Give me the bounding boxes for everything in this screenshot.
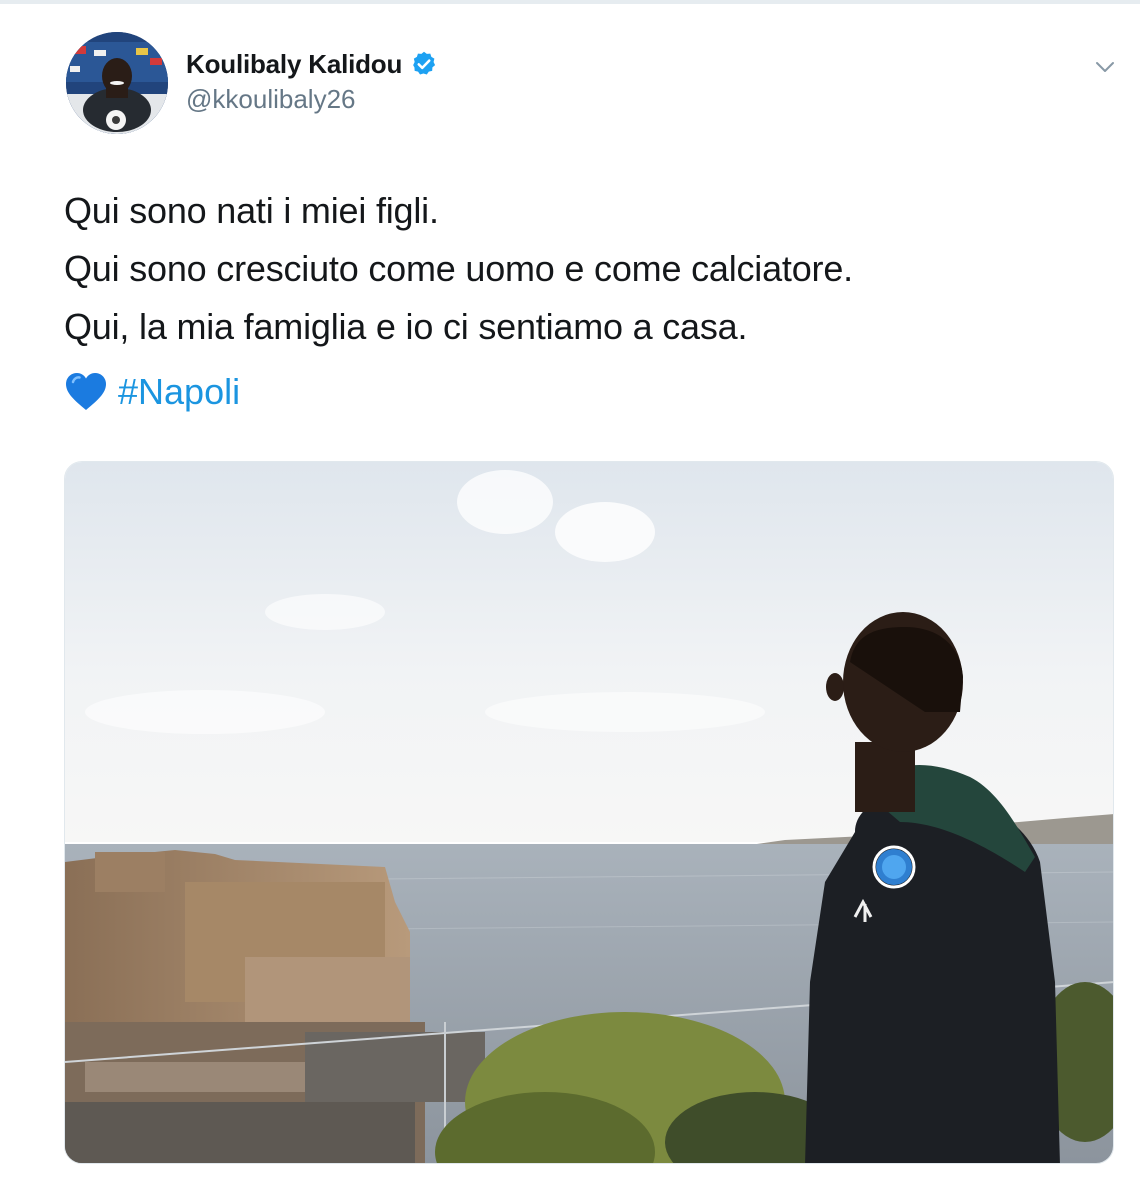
- blue-heart-icon: [64, 372, 108, 412]
- author-name-row[interactable]: Koulibaly Kalidou: [186, 48, 438, 80]
- hashtag-row: #Napoli: [64, 366, 240, 418]
- tweet-text-line: Qui, la mia famiglia e io ci sentiamo a …: [64, 306, 748, 347]
- chevron-down-icon[interactable]: [1094, 56, 1116, 78]
- tweet-text: Qui sono nati i miei figli. Qui sono cre…: [64, 182, 1084, 356]
- hashtag-link[interactable]: #Napoli: [118, 371, 240, 413]
- photo-player-overlooking-gulf-of-naples: [65, 462, 1113, 1163]
- handle[interactable]: @kkoulibaly26: [186, 84, 355, 115]
- avatar[interactable]: [66, 32, 168, 134]
- tweet-card: Koulibaly Kalidou @kkoulibaly26 Qui sono…: [0, 0, 1140, 1192]
- tweet-text-line: Qui sono cresciuto come uomo e come calc…: [64, 248, 853, 289]
- verified-badge-icon: [410, 50, 438, 78]
- avatar-image: [66, 32, 168, 134]
- tweet-text-line: Qui sono nati i miei figli.: [64, 190, 439, 231]
- tweet-photo[interactable]: [64, 461, 1114, 1164]
- display-name[interactable]: Koulibaly Kalidou: [186, 49, 402, 80]
